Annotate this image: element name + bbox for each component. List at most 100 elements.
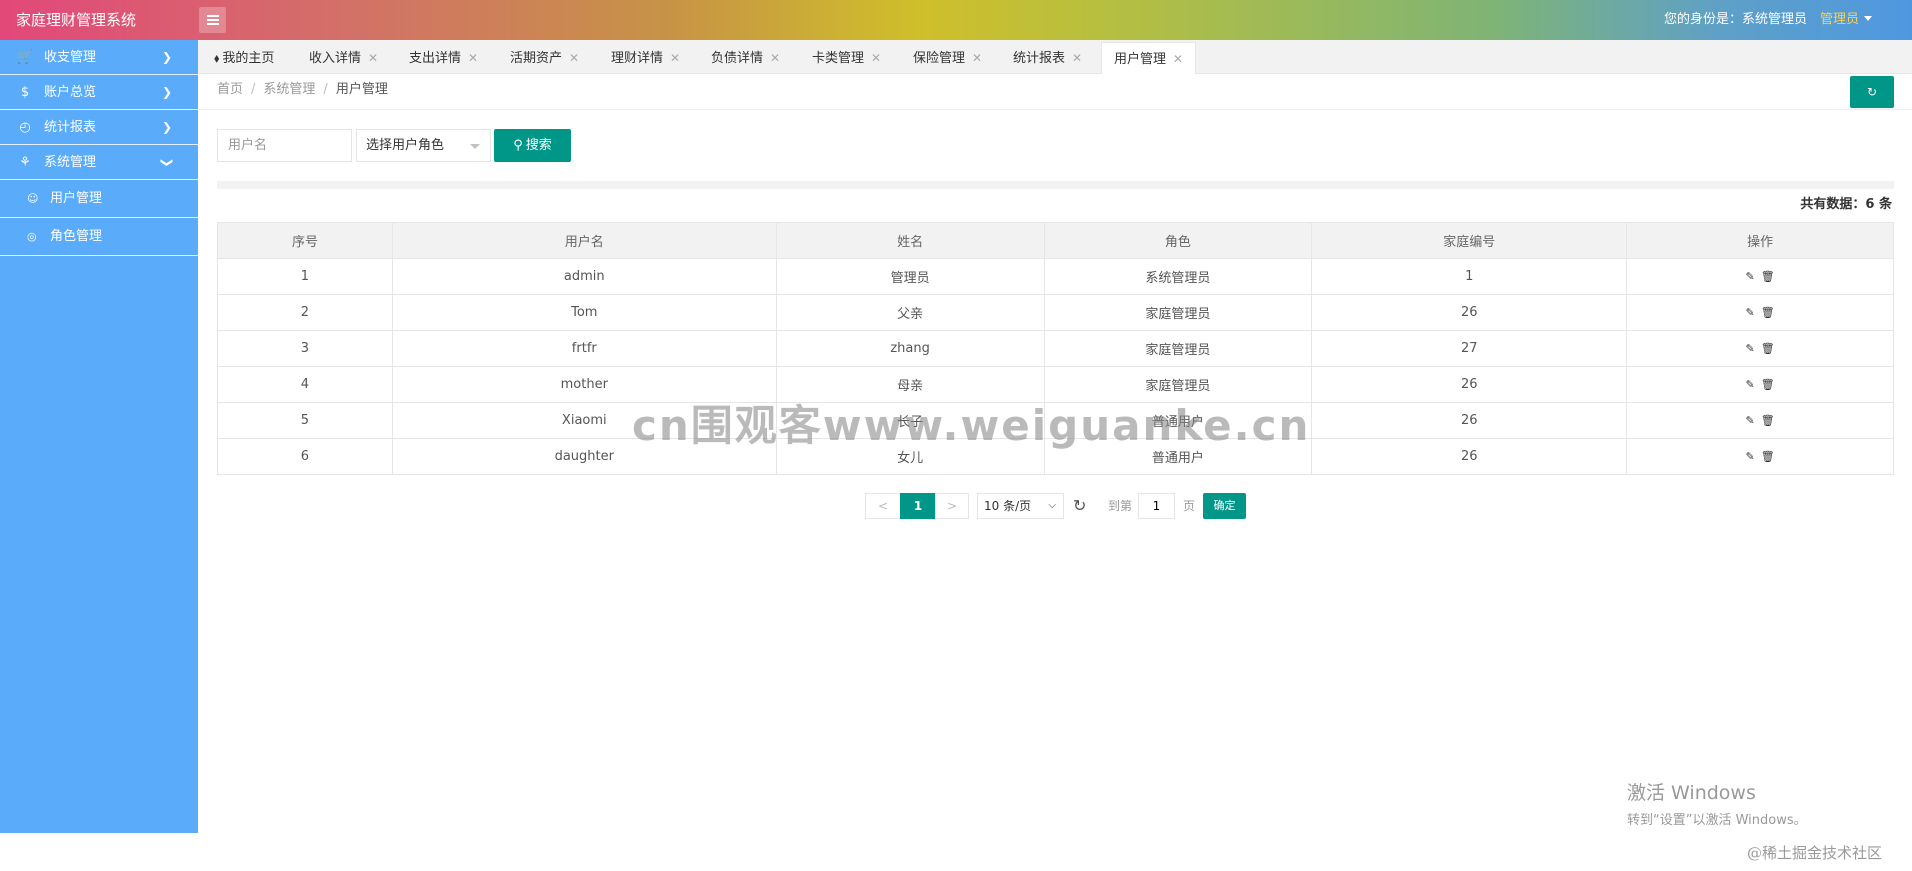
delete-icon[interactable]: 🗑 xyxy=(1761,414,1775,427)
caret-down-icon xyxy=(1864,16,1873,21)
pager-next-button[interactable]: > xyxy=(935,493,969,519)
table-row: 3 frtfr zhang 家庭管理员 27 ✎ 🗑 xyxy=(217,330,1894,367)
close-icon[interactable]: ✕ xyxy=(670,42,680,74)
goto-confirm-button[interactable]: 确定 xyxy=(1203,493,1246,519)
apps-icon: ⚘ xyxy=(19,155,31,170)
cell-family-id: 26 xyxy=(1311,366,1628,403)
menu-toggle-button[interactable] xyxy=(199,7,226,33)
user-menu[interactable]: 管理员 xyxy=(1820,0,1873,40)
breadcrumb: 首页 / 系统管理 / 用户管理 xyxy=(217,74,388,106)
cell-index: 5 xyxy=(217,402,393,439)
breadcrumb-home[interactable]: 首页 xyxy=(217,82,243,97)
breadcrumb-section[interactable]: 系统管理 xyxy=(263,82,315,97)
tab-reports[interactable]: 统计报表 ✕ xyxy=(1001,42,1094,74)
username-search-input[interactable] xyxy=(217,129,352,162)
tab-income[interactable]: 收入详情 ✕ xyxy=(297,42,390,74)
refresh-page-button[interactable]: ↻ xyxy=(1850,76,1894,108)
edit-icon[interactable]: ✎ xyxy=(1745,270,1754,283)
tab-expense[interactable]: 支出详情 ✕ xyxy=(397,42,490,74)
tab-label: 保险管理 xyxy=(913,51,966,66)
goto-label: 到第 xyxy=(1108,499,1133,513)
delete-icon[interactable]: 🗑 xyxy=(1761,378,1775,391)
breadcrumb-bar: 首页 / 系统管理 / 用户管理 ↻ xyxy=(198,74,1912,110)
close-icon[interactable]: ✕ xyxy=(1072,42,1082,74)
close-icon[interactable]: ✕ xyxy=(871,42,881,74)
chevron-right-icon: ❯ xyxy=(161,120,172,134)
tab-label: 统计报表 xyxy=(1013,51,1066,66)
cell-family-id: 26 xyxy=(1311,438,1628,475)
cell-family-id: 1 xyxy=(1311,258,1628,295)
delete-icon[interactable]: 🗑 xyxy=(1761,270,1775,283)
tab-home[interactable]: ⬧ 我的主页 xyxy=(202,42,286,74)
tab-label: 理财详情 xyxy=(611,51,664,66)
chevron-right-icon: ❯ xyxy=(161,85,172,99)
sidebar-subitem-label: 用户管理 xyxy=(50,191,103,206)
sidebar-subitem-role-management[interactable]: ◎ 角色管理 xyxy=(0,218,198,256)
breadcrumb-separator: / xyxy=(251,82,256,97)
user-icon: ☺ xyxy=(27,192,39,205)
edit-icon[interactable]: ✎ xyxy=(1745,450,1754,463)
close-icon[interactable]: ✕ xyxy=(368,42,378,74)
chevron-down-icon: ⌵ xyxy=(1048,500,1056,511)
edit-icon[interactable]: ✎ xyxy=(1745,378,1754,391)
close-icon[interactable]: ✕ xyxy=(1173,43,1183,75)
cell-username: Tom xyxy=(391,294,777,331)
user-menu-label: 管理员 xyxy=(1820,12,1860,27)
close-icon[interactable]: ✕ xyxy=(770,42,780,74)
tab-label: 支出详情 xyxy=(409,51,462,66)
delete-icon[interactable]: 🗑 xyxy=(1761,306,1775,319)
tab-label: 活期资产 xyxy=(510,51,563,66)
sidebar-item-reports[interactable]: ◴ 统计报表 ❯ xyxy=(0,110,198,145)
tab-label: 我的主页 xyxy=(222,51,275,66)
pager-refresh-icon[interactable]: ↻ xyxy=(1073,493,1093,519)
edit-icon[interactable]: ✎ xyxy=(1745,414,1754,427)
close-icon[interactable]: ✕ xyxy=(972,42,982,74)
sidebar-item-accounts[interactable]: $ 账户总览 ❯ xyxy=(0,75,198,110)
breadcrumb-current: 用户管理 xyxy=(335,82,388,97)
role-select[interactable]: 选择用户角色 xyxy=(356,129,491,162)
chevron-right-icon: ❯ xyxy=(161,50,172,64)
close-icon[interactable]: ✕ xyxy=(569,42,579,74)
tab-label: 卡类管理 xyxy=(812,51,865,66)
close-icon[interactable]: ✕ xyxy=(468,42,478,74)
delete-icon[interactable]: 🗑 xyxy=(1761,342,1775,355)
cell-index: 1 xyxy=(217,258,393,295)
tab-debt[interactable]: 负债详情 ✕ xyxy=(699,42,792,74)
tab-label: 用户管理 xyxy=(1114,52,1167,67)
cell-actions: ✎ 🗑 xyxy=(1626,294,1894,331)
sidebar-item-label: 系统管理 xyxy=(44,155,97,170)
search-button[interactable]: ⚲ 搜索 xyxy=(494,129,571,162)
tab-finance[interactable]: 理财详情 ✕ xyxy=(599,42,692,74)
pager-current-page[interactable]: 1 xyxy=(900,493,936,519)
page-size-select[interactable]: 10 条/页 ⌵ xyxy=(977,493,1064,519)
table-header-row: 序号 用户名 姓名 角色 家庭编号 操作 xyxy=(217,222,1894,259)
cell-name: 父亲 xyxy=(775,294,1045,331)
sidebar-subitem-user-management[interactable]: ☺ 用户管理 xyxy=(0,180,198,218)
delete-icon[interactable]: 🗑 xyxy=(1761,450,1775,463)
column-header-username: 用户名 xyxy=(391,222,777,259)
sidebar-item-system[interactable]: ⚘ 系统管理 ❯ xyxy=(0,145,198,180)
sidebar-item-income-expense[interactable]: 🛒 收支管理 ❯ xyxy=(0,40,198,75)
tab-insurance[interactable]: 保险管理 ✕ xyxy=(901,42,994,74)
cell-index: 3 xyxy=(217,330,393,367)
tab-cards[interactable]: 卡类管理 ✕ xyxy=(800,42,893,74)
edit-icon[interactable]: ✎ xyxy=(1745,342,1754,355)
windows-activation-title: 激活 Windows xyxy=(1627,782,1756,804)
tab-current-assets[interactable]: 活期资产 ✕ xyxy=(498,42,591,74)
sidebar-subitem-label: 角色管理 xyxy=(50,229,103,244)
edit-icon[interactable]: ✎ xyxy=(1745,306,1754,319)
cell-actions: ✎ 🗑 xyxy=(1626,366,1894,403)
cell-username: admin xyxy=(391,258,777,295)
chart-icon: ◴ xyxy=(19,120,31,135)
cart-icon: 🛒 xyxy=(16,50,34,65)
table-row: 2 Tom 父亲 家庭管理员 26 ✎ 🗑 xyxy=(217,294,1894,331)
pager-prev-button[interactable]: < xyxy=(865,493,901,519)
refresh-icon: ↻ xyxy=(1866,85,1878,99)
search-button-label: 搜索 xyxy=(525,138,552,153)
sidebar: 🛒 收支管理 ❯ $ 账户总览 ❯ ◴ 统计报表 ❯ ⚘ 系统管理 ❯ ☺ 用户… xyxy=(0,40,198,833)
cell-family-id: 26 xyxy=(1311,294,1628,331)
cell-role: 家庭管理员 xyxy=(1043,330,1313,367)
tab-user-management[interactable]: 用户管理 ✕ xyxy=(1101,42,1197,75)
goto-page-input[interactable] xyxy=(1138,493,1175,519)
sidebar-item-label: 收支管理 xyxy=(44,50,97,65)
